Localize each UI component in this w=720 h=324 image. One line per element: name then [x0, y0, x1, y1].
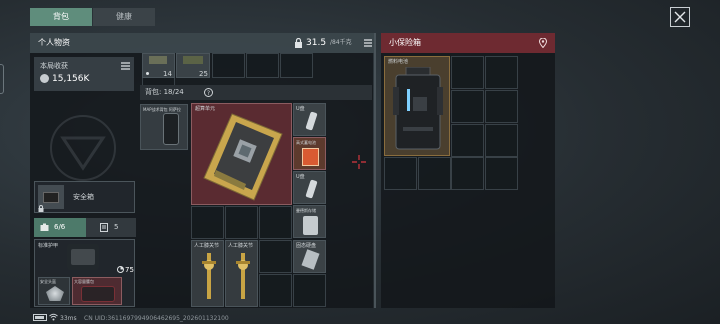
lock-small-icon [38, 205, 44, 212]
ping-value: 33ms [60, 315, 77, 322]
grid-cell[interactable] [191, 206, 224, 239]
crosshair-icon [352, 155, 366, 169]
grid-cell[interactable] [451, 90, 484, 123]
joint-graphic [236, 253, 250, 299]
armor-item[interactable] [67, 244, 99, 270]
grid-cell[interactable] [485, 56, 518, 89]
rig-icon [100, 223, 108, 232]
grid-cell[interactable] [485, 90, 518, 123]
armor-count: 6/6 [54, 223, 66, 231]
location-icon[interactable] [539, 38, 547, 48]
top-item-2-count: 25 [199, 70, 208, 78]
grid-cell[interactable] [212, 53, 245, 78]
knee-joint-item-1[interactable]: 人工膝关节 [191, 240, 224, 307]
weight-max: /84千克 [330, 39, 352, 46]
list-icon[interactable] [364, 39, 372, 47]
helmet-label: 安全头盔 [40, 279, 56, 284]
tab-health[interactable]: 健康 [93, 8, 155, 26]
armor-value: 75 [125, 266, 134, 274]
safe-box-slot[interactable]: 安全箱 [34, 181, 135, 213]
joint-label-1: 人工膝关节 [194, 243, 220, 249]
grid-cell[interactable] [280, 53, 313, 78]
joint-label-2: 人工膝关节 [228, 243, 254, 249]
armor-tab[interactable]: 6/6 [34, 218, 86, 237]
scrollbar[interactable] [374, 33, 376, 308]
safe-box-label: 安全箱 [73, 193, 94, 201]
armor-slot[interactable]: 标准护甲 75 安全头盔 大容量腰包 [34, 239, 135, 307]
safe-box-header: 小保险箱 [381, 33, 555, 53]
armor-icon [40, 223, 49, 231]
waist-bag-item[interactable]: 大容量腰包 [72, 277, 122, 305]
fuel-cell-graphic [393, 67, 443, 150]
side-handle[interactable] [0, 64, 4, 94]
fuel-cell-item[interactable]: 燃料电池 [384, 56, 450, 156]
backpack-bar: 背包: 18/24 ? [140, 85, 372, 100]
help-icon[interactable]: ? [204, 88, 213, 97]
board-graphic [203, 113, 283, 201]
grid-cell[interactable] [259, 206, 292, 239]
weight-value: 31.5 [306, 38, 327, 48]
map-bag-item[interactable]: MAP战术背包 阿萨拉 [140, 104, 188, 150]
grid-cell[interactable] [451, 157, 484, 190]
grid-cell[interactable] [485, 157, 518, 190]
rig-tab[interactable]: 5 [86, 218, 136, 237]
top-item-2[interactable]: 25 [176, 53, 210, 78]
ssd-item[interactable]: 固态硬盘 [293, 240, 326, 273]
grid-cell[interactable] [259, 274, 292, 307]
fuel-cell-label: 燃料电池 [388, 59, 409, 65]
hdd-label: 曼德斯存储 [296, 208, 316, 213]
grid-cell[interactable] [485, 124, 518, 157]
grid-cell[interactable] [225, 206, 258, 239]
rig-count: 5 [114, 223, 119, 231]
armor-label: 标准护甲 [38, 243, 59, 249]
income-label: 本局收获 [40, 62, 68, 70]
usb-item-1[interactable]: U盘 [293, 103, 326, 136]
grid-cell[interactable] [384, 157, 417, 190]
grid-cell[interactable] [418, 157, 451, 190]
helmet-item[interactable]: 安全头盔 [38, 277, 70, 305]
usb-item-2[interactable]: U盘 [293, 171, 326, 204]
top-item-1-count: 14 [163, 70, 172, 78]
usb-label-1: U盘 [296, 106, 305, 112]
backpack-label: 背包: 18/24 [145, 88, 184, 96]
personal-title: 个人物资 [38, 38, 70, 47]
income-value: 15,156K [52, 74, 90, 84]
durability-icon [117, 266, 124, 273]
joint-graphic [202, 253, 216, 299]
details-icon[interactable] [121, 62, 130, 70]
income-box: 本局收获 15,156K [34, 57, 134, 91]
knee-joint-item-2[interactable]: 人工膝关节 [225, 240, 258, 307]
board-item[interactable]: 超算单元 [191, 103, 292, 205]
usb-label-2: U盘 [296, 174, 305, 180]
grid-cell[interactable] [246, 53, 279, 78]
grid-cell[interactable] [451, 124, 484, 157]
personal-header: 个人物资 31.5 /84千克 [30, 33, 374, 53]
grid-cell[interactable] [259, 240, 292, 273]
dot-icon [146, 72, 149, 75]
hdd-item[interactable]: 曼德斯存储 [293, 205, 326, 238]
grid-cell[interactable] [451, 56, 484, 89]
close-button[interactable] [670, 7, 690, 27]
lock-icon [295, 38, 302, 48]
wifi-icon [49, 313, 58, 321]
safe-box-title: 小保险箱 [389, 38, 421, 47]
emblem-icon [50, 115, 116, 181]
coin-icon [40, 74, 49, 83]
ssd-label: 固态硬盘 [296, 243, 317, 249]
top-item-1[interactable]: 14 [142, 53, 175, 78]
battery-label: 高式蓄电池 [296, 140, 316, 145]
bag-label: 大容量腰包 [74, 279, 94, 284]
battery-item[interactable]: 高式蓄电池 [293, 137, 326, 170]
grid-cell[interactable] [293, 274, 326, 307]
uid-text: CN UID:3611697994906462695_202601132100 [84, 315, 229, 322]
close-icon [674, 11, 686, 23]
tab-backpack[interactable]: 背包 [30, 8, 92, 26]
battery-status-icon [33, 314, 47, 321]
